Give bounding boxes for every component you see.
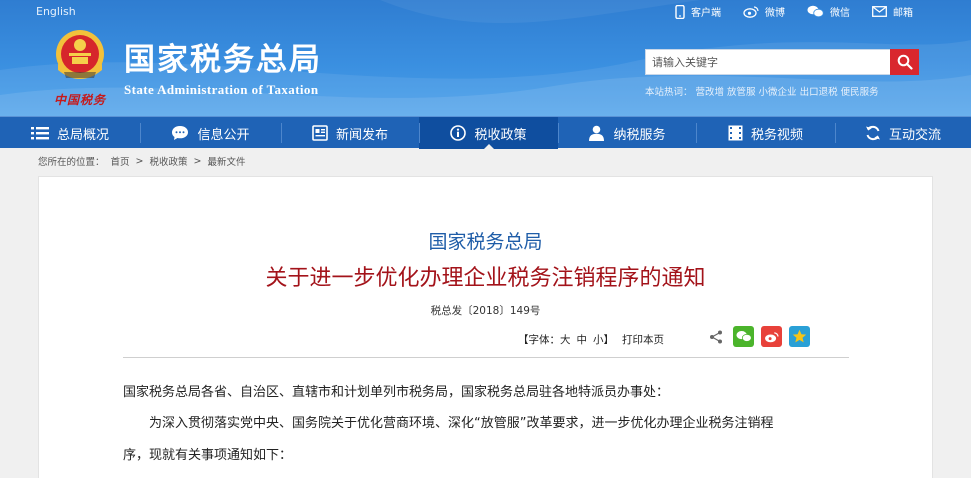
site-header: English 客户端 微博 微信 邮箱 中国税务 国家税务总局 State A… [0, 0, 971, 116]
article-tools: 【字体： 大 中 小 】 打印本页 [518, 328, 664, 350]
tax-emblem-logo[interactable] [50, 28, 110, 90]
wechat-icon [735, 331, 752, 342]
breadcrumb-separator: > [135, 155, 144, 167]
list-icon [30, 127, 49, 140]
hot-word-link[interactable]: 出口退税 [800, 84, 838, 98]
article-title: 关于进一步优化办理企业税务注销程序的通知 [265, 266, 706, 291]
nav-item-label: 新闻发布 [335, 127, 388, 143]
china-tax-calligraphy: 中国税务 [54, 93, 107, 107]
nav-item-taxpayer-service[interactable]: 纳税服务 [558, 117, 696, 149]
nav-item-tax-policy[interactable]: 税收政策 [419, 117, 558, 149]
share-bar [705, 326, 810, 347]
film-icon [728, 125, 743, 141]
mail-icon [872, 6, 887, 17]
hot-word-link[interactable]: 营改增 [696, 84, 725, 98]
nav-item-label: 互动交流 [888, 127, 941, 143]
mailbox-link-label: 邮箱 [893, 8, 913, 19]
hot-words-label: 本站热词： [645, 87, 693, 98]
site-title: 国家税务总局 [124, 42, 322, 78]
article-paragraph: 序，现就有关事项通知如下： [123, 448, 293, 463]
wechat-link-label: 微信 [830, 8, 850, 19]
english-link[interactable]: English [36, 5, 76, 18]
mobile-icon [675, 4, 685, 19]
breadcrumb-latest-docs-link[interactable]: 最新文件 [207, 154, 245, 168]
font-size-suffix: 】 [603, 333, 615, 346]
site-title-english: State Administration of Taxation [124, 82, 319, 97]
article-paragraph: 为深入贯彻落实党中央、国务院关于优化营商环境、深化“放管服”改革要求，进一步优化… [149, 416, 774, 431]
wechat-link[interactable]: 微信 [807, 4, 850, 19]
share-icon [709, 330, 722, 343]
share-button[interactable] [705, 326, 726, 347]
refresh-icon [865, 125, 880, 141]
breadcrumb-separator: > [193, 155, 202, 167]
search-button[interactable] [890, 49, 919, 75]
font-size-large-button[interactable]: 大 [560, 332, 571, 347]
breadcrumb-home-link[interactable]: 首页 [111, 154, 130, 168]
nav-item-label: 总局概况 [56, 127, 109, 143]
main-nav: 总局概况 信息公开 新闻发布 税收政策 纳税服务 税务视频 互动交流 [0, 116, 971, 149]
title-divider [123, 357, 849, 358]
share-wechat-button[interactable] [733, 326, 754, 347]
weibo-icon [765, 331, 779, 342]
nav-item-label: 税务视频 [750, 127, 803, 143]
info-circle-icon [450, 125, 467, 141]
document-number: 税总发〔2018〕149号 [430, 305, 541, 317]
search-input[interactable] [646, 50, 890, 74]
font-size-prefix: 【字体： [518, 333, 560, 346]
print-page-button[interactable]: 打印本页 [622, 332, 664, 347]
nav-item-interaction[interactable]: 互动交流 [835, 117, 971, 149]
hot-word-link[interactable]: 小微企业 [759, 84, 797, 98]
article-issuer: 国家税务总局 [428, 231, 543, 253]
font-size-small-button[interactable]: 小 [593, 332, 604, 347]
newspaper-icon [312, 125, 328, 141]
weibo-link-label: 微博 [765, 8, 785, 19]
search-box [645, 49, 891, 75]
breadcrumb-tax-policy-link[interactable]: 税收政策 [150, 154, 188, 168]
article-panel: 国家税务总局 关于进一步优化办理企业税务注销程序的通知 税总发〔2018〕149… [38, 176, 933, 478]
nav-item-news[interactable]: 新闻发布 [281, 117, 419, 149]
nav-item-label: 信息公开 [197, 127, 250, 143]
client-link-label: 客户端 [691, 8, 721, 19]
breadcrumb: 您所在的位置： 首页 > 税收政策 > 最新文件 [38, 154, 246, 169]
breadcrumb-prefix: 您所在的位置： [38, 157, 105, 168]
user-icon [589, 125, 605, 141]
wechat-icon [807, 5, 824, 18]
nav-item-tax-video[interactable]: 税务视频 [696, 117, 835, 149]
star-icon [792, 329, 807, 343]
hot-words: 本站热词： 营改增 放管服 小微企业 出口退税 便民服务 [645, 84, 879, 98]
client-link[interactable]: 客户端 [675, 4, 721, 19]
hot-word-link[interactable]: 放管服 [727, 84, 756, 98]
weibo-link[interactable]: 微博 [743, 4, 785, 19]
font-size-medium-button[interactable]: 中 [577, 332, 588, 347]
article-salutation: 国家税务总局各省、自治区、直辖市和计划单列市税务局，国家税务总局驻各地特派员办事… [123, 385, 670, 400]
nav-item-info-disclosure[interactable]: 信息公开 [140, 117, 281, 149]
nav-item-label: 税收政策 [474, 127, 527, 143]
share-weibo-button[interactable] [761, 326, 782, 347]
nav-item-label: 纳税服务 [613, 127, 666, 143]
nav-item-overview[interactable]: 总局概况 [0, 117, 140, 149]
add-favorite-button[interactable] [789, 326, 810, 347]
hot-word-link[interactable]: 便民服务 [841, 84, 879, 98]
search-icon [897, 54, 913, 70]
top-links: 客户端 微博 微信 邮箱 [675, 4, 913, 19]
mailbox-link[interactable]: 邮箱 [872, 4, 913, 19]
weibo-icon [743, 6, 759, 18]
chat-bubble-icon [172, 126, 189, 140]
